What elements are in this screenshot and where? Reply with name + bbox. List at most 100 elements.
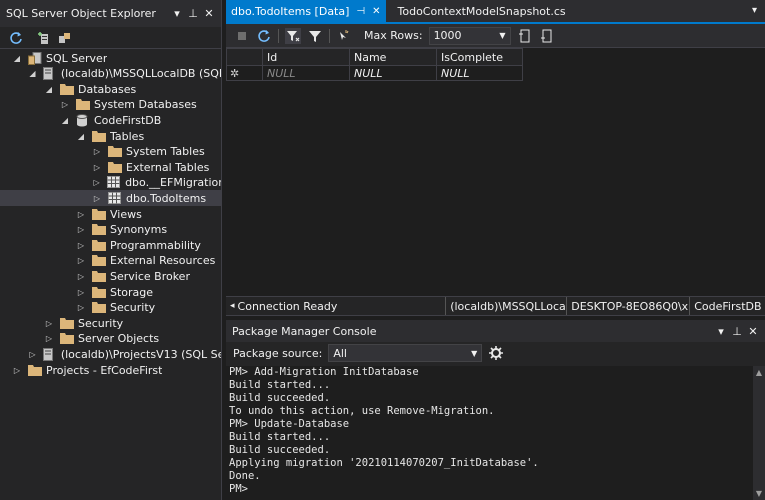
expand-arrow-icon[interactable]: ▷ [76, 225, 86, 235]
pin-icon[interactable]: ⊥ [731, 325, 743, 338]
console-scrollbar[interactable]: ▲ ▼ [753, 366, 765, 500]
export-icon[interactable] [539, 28, 555, 44]
column-header-name[interactable]: Name [349, 48, 437, 66]
table-cell-name[interactable]: NULL [349, 65, 437, 81]
folder-icon [28, 364, 42, 377]
expand-arrow-icon[interactable]: ▷ [92, 178, 101, 188]
status-user: DESKTOP-8EO86Q0\xingz [567, 297, 691, 315]
collapse-arrow-icon[interactable]: ◢ [28, 69, 37, 79]
pin-tab-icon[interactable]: ⊣ [356, 6, 365, 17]
tree-node[interactable]: ▷ Projects - EfCodeFirst [0, 362, 221, 378]
status-server: (localdb)\MSSQLLocalDB [446, 297, 568, 315]
collapse-arrow-icon[interactable]: ◢ [60, 115, 70, 125]
tree-node[interactable]: ◢ Databases [0, 81, 221, 97]
tree-node[interactable]: ▷ Service Broker [0, 268, 221, 284]
close-icon[interactable]: ✕ [747, 325, 759, 338]
close-tab-icon[interactable]: ✕ [372, 6, 380, 17]
script-icon[interactable] [336, 28, 352, 44]
data-grid: Id Name IsComplete ✲ NULL NULL NULL [226, 48, 523, 81]
object-explorer-tree: ◢ SQL Server ◢ (localdb)\MSSQLLocalDB (SQL … [0, 50, 221, 500]
expand-arrow-icon[interactable]: ▷ [76, 287, 86, 297]
collapse-arrow-icon[interactable]: ◢ [44, 84, 54, 94]
close-icon[interactable]: ✕ [203, 7, 215, 20]
dropdown-icon[interactable]: ▾ [171, 7, 183, 20]
tree-node-label: Storage [110, 285, 154, 299]
refresh-data-icon[interactable] [256, 28, 272, 44]
package-source-label: Package source: [233, 346, 323, 360]
expand-arrow-icon[interactable]: ▷ [44, 334, 54, 344]
tree-node[interactable]: ◢ SQL Server [0, 50, 221, 66]
console-output[interactable]: PM> Add-Migration InitDatabase Build star… [226, 366, 753, 500]
tree-node[interactable]: ▷ System Databases [0, 97, 221, 113]
stop-icon[interactable] [234, 28, 250, 44]
add-server-icon[interactable] [36, 30, 52, 46]
settings-gear-icon[interactable] [488, 345, 504, 361]
disconnect-icon[interactable] [56, 30, 72, 46]
tree-node[interactable]: ▷ Synonyms [0, 222, 221, 238]
tree-node[interactable]: ▷ External Tables [0, 159, 221, 175]
apply-filter-icon[interactable] [285, 27, 301, 44]
tree-node-label: SQL Server [46, 51, 108, 65]
tree-node[interactable]: ▷ External Resources [0, 253, 221, 269]
expand-arrow-icon[interactable]: ▷ [76, 240, 86, 250]
tree-node[interactable]: ▷ Security [0, 315, 221, 331]
expand-arrow-icon[interactable]: ▷ [44, 318, 54, 328]
table-cell-id[interactable]: NULL [262, 65, 350, 81]
refresh-icon[interactable] [8, 30, 24, 46]
max-rows-value: 1000 [433, 29, 462, 42]
max-rows-label: Max Rows: [364, 29, 423, 42]
expand-arrow-icon[interactable]: ▷ [92, 162, 102, 172]
tree-node[interactable]: ◢ Tables [0, 128, 221, 144]
console-line: PM> [229, 483, 248, 495]
tree-node[interactable]: ▷ Views [0, 206, 221, 222]
expand-arrow-icon[interactable]: ▷ [76, 209, 86, 219]
tab-todoitems-data[interactable]: dbo.TodoItems [Data] ⊣ ✕ [226, 0, 386, 22]
tab-label: TodoContextModelSnapshot.cs [397, 4, 566, 18]
tree-node-label: Views [110, 207, 142, 221]
expand-arrow-icon[interactable]: ▷ [76, 256, 86, 266]
row-header-corner [226, 48, 263, 66]
tree-node[interactable]: ▷ dbo.__EFMigrations [0, 175, 221, 191]
tree-node-label: (localdb)\ProjectsV13 (SQL Serve [60, 347, 221, 361]
scroll-up-icon[interactable]: ▲ [753, 368, 765, 377]
package-source-select[interactable]: All ▼ [328, 344, 483, 362]
expand-arrow-icon[interactable]: ▷ [76, 271, 86, 281]
toolbar-separator [329, 28, 330, 43]
expand-arrow-icon[interactable]: ▷ [28, 349, 37, 359]
tree-node-label: Projects - EfCodeFirst [46, 363, 163, 377]
tab-overflow-icon[interactable]: ▾ [752, 5, 757, 16]
pmc-title: Package Manager Console [232, 324, 377, 338]
tab-todocontextmodelsnapshot[interactable]: TodoContextModelSnapshot.cs [386, 0, 571, 22]
console-line: Build succeeded. [229, 444, 331, 456]
max-rows-select[interactable]: 1000 ▼ [428, 26, 511, 45]
expand-arrow-icon[interactable]: ▷ [12, 365, 22, 375]
script-data-icon[interactable] [517, 28, 533, 44]
column-header-iscomplete[interactable]: IsComplete [436, 48, 523, 66]
console-line: PM> Update-Database [229, 418, 350, 430]
expand-arrow-icon[interactable]: ▷ [92, 193, 102, 203]
table-row: ✲ NULL NULL NULL [226, 65, 523, 81]
expand-arrow-icon[interactable]: ▷ [92, 147, 102, 157]
tree-node[interactable]: ▷ Storage [0, 284, 221, 300]
new-row-indicator-icon[interactable]: ✲ [226, 65, 263, 81]
dropdown-icon[interactable]: ▾ [715, 325, 727, 338]
pin-icon[interactable]: ⊥ [187, 7, 199, 20]
tree-node[interactable]: ▷ Programmability [0, 237, 221, 253]
tree-node[interactable]: ◢ CodeFirstDB [0, 112, 221, 128]
tree-node[interactable]: ▷ dbo.TodoItems [0, 190, 221, 207]
tree-node[interactable]: ▷ (localdb)\ProjectsV13 (SQL Serve [0, 346, 221, 362]
tree-node[interactable]: ▷ Server Objects [0, 331, 221, 347]
scroll-down-icon[interactable]: ▼ [753, 489, 765, 498]
tree-node[interactable]: ▷ Security [0, 300, 221, 316]
table-cell-iscomplete[interactable]: NULL [436, 65, 523, 81]
collapse-arrow-icon[interactable]: ◢ [76, 131, 86, 141]
data-table: Id Name IsComplete ✲ NULL NULL NULL [226, 48, 523, 81]
filter-icon[interactable] [307, 28, 323, 44]
expand-arrow-icon[interactable]: ▷ [60, 100, 70, 110]
tree-node[interactable]: ◢ (localdb)\MSSQLLocalDB (SQL Se [0, 66, 221, 82]
tree-node[interactable]: ▷ System Tables [0, 144, 221, 160]
column-header-id[interactable]: Id [262, 48, 350, 66]
tree-node-label: (localdb)\MSSQLLocalDB (SQL Se [60, 67, 221, 81]
collapse-arrow-icon[interactable]: ◢ [12, 53, 22, 63]
expand-arrow-icon[interactable]: ▷ [76, 303, 86, 313]
